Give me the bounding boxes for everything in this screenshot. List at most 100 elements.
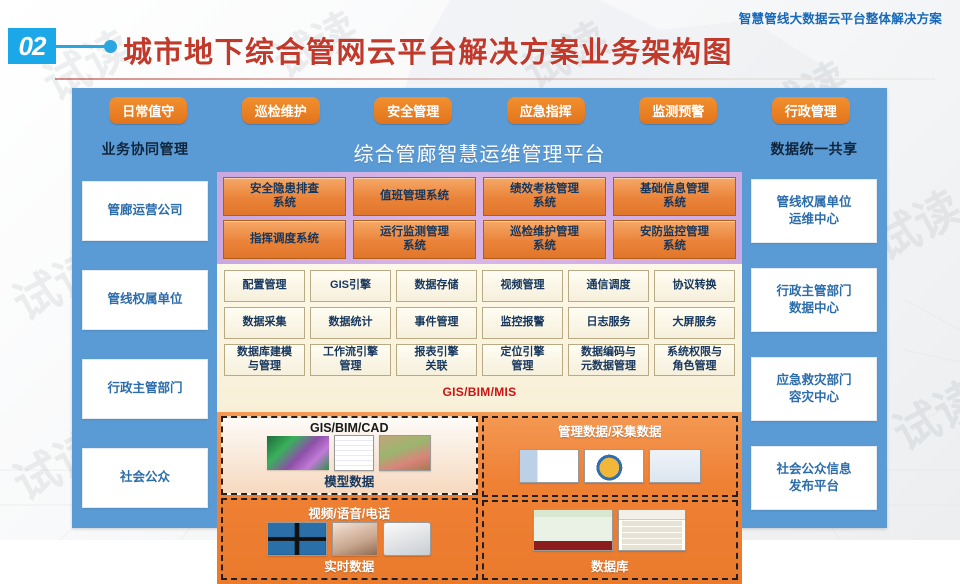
pill-inspection[interactable]: 巡检维护	[241, 96, 320, 124]
system-hazard-inspection[interactable]: 安全隐患排查 系统	[223, 177, 346, 216]
system-command-dispatch[interactable]: 指挥调度系统	[223, 220, 346, 259]
sys-label-line1: 基础信息管理	[640, 182, 709, 195]
table-thumb-row	[622, 533, 683, 539]
data-source-right-column: 管理数据/采集数据 数据库	[481, 416, 738, 580]
corridor-photo-thumbnail	[379, 435, 432, 471]
fn-monitoring-alarm[interactable]: 监控报警	[482, 307, 563, 339]
fn-label-line1: 数据统计	[328, 316, 373, 329]
fn-permission-role-management[interactable]: 系统权限与 角色管理	[654, 344, 735, 376]
fn-event-management[interactable]: 事件管理	[396, 307, 477, 339]
right-item-emergency-disaster-center[interactable]: 应急救灾部门 容灾中心	[751, 356, 877, 421]
function-modules-band: 配置管理 GIS引擎 数据存储 视频管理 通信调度 协议转换 数据采集 数据统计…	[217, 264, 742, 412]
pill-emergency-command[interactable]: 应急指挥	[506, 96, 585, 124]
fn-log-service[interactable]: 日志服务	[568, 307, 649, 339]
platform-title: 综合管廊智慧运维管理平台	[353, 144, 606, 166]
fn-report-engine[interactable]: 报表引擎 关联	[396, 344, 477, 376]
sys-label-line1: 巡检维护管理	[510, 225, 579, 238]
system-operation-monitoring[interactable]: 运行监测管理 系统	[353, 220, 476, 259]
table-thumb-header	[619, 510, 686, 521]
right-item-public-info-platform[interactable]: 社会公众信息 发布平台	[751, 445, 877, 510]
management-data-title: 管理数据/采集数据	[558, 425, 662, 439]
pill-safety-management[interactable]: 安全管理	[374, 96, 453, 124]
data-source-left-column: GIS/BIM/CAD 模型数据 视频/语音/电话 实时数据	[221, 416, 478, 580]
right-column-title: 数据统一共享	[770, 141, 858, 157]
left-item-admin-department[interactable]: 行政主管部门	[82, 358, 208, 419]
data-table-thumbnail	[618, 509, 687, 552]
fn-label-line1: 数据库建模	[237, 346, 292, 359]
pill-daily-duty[interactable]: 日常值守	[109, 96, 188, 124]
system-basic-information[interactable]: 基础信息管理 系统	[613, 177, 736, 216]
fn-label-line1: 通信调度	[586, 279, 631, 292]
fn-video-management[interactable]: 视频管理	[482, 270, 563, 302]
right-item-line2: 发布平台	[788, 478, 839, 493]
pill-monitoring-alert[interactable]: 监测预警	[639, 96, 718, 124]
left-item-corridor-operator[interactable]: 管廊运营公司	[82, 180, 208, 241]
system-modules-band: 安全隐患排查 系统 值班管理系统 绩效考核管理 系统 基础信息管理 系统 指挥调度系统	[217, 172, 742, 264]
fn-label-line2: 与管理	[248, 360, 281, 372]
fn-label-line1: 监控报警	[500, 316, 545, 329]
fn-communication-dispatch[interactable]: 通信调度	[568, 270, 649, 302]
right-item-line1: 行政主管部门	[776, 283, 852, 298]
title-leader-dot	[104, 40, 117, 53]
sys-label-line1: 安全隐患排查	[250, 182, 319, 195]
function-grid: 配置管理 GIS引擎 数据存储 视频管理 通信调度 协议转换 数据采集 数据统计…	[224, 270, 735, 376]
table-thumb-row	[622, 527, 683, 533]
fn-workflow-engine[interactable]: 工作流引擎 管理	[310, 344, 391, 376]
fn-gis-engine[interactable]: GIS引擎	[310, 270, 391, 302]
right-item-line2: 数据中心	[788, 300, 839, 315]
right-item-line1: 社会公众信息	[776, 461, 852, 476]
model-data-title: GIS/BIM/CAD	[310, 421, 389, 435]
fn-data-statistics[interactable]: 数据统计	[310, 307, 391, 339]
fn-positioning-engine[interactable]: 定位引擎 管理	[482, 344, 563, 376]
realtime-data-footer: 实时数据	[324, 560, 375, 574]
fn-data-storage[interactable]: 数据存储	[396, 270, 477, 302]
fn-protocol-conversion[interactable]: 协议转换	[654, 270, 735, 302]
right-column-list: 管线权属单位 运维中心 行政主管部门 数据中心 应急救灾部门 容灾中心 社会公众信息发…	[749, 166, 879, 522]
fn-large-screen-service[interactable]: 大屏服务	[654, 307, 735, 339]
fn-label-line2: 管理	[511, 360, 534, 372]
left-item-public[interactable]: 社会公众	[82, 447, 208, 508]
fn-database-modeling[interactable]: 数据库建模 与管理	[224, 344, 305, 376]
right-item-pipeline-owner-ops-center[interactable]: 管线权属单位 运维中心	[751, 178, 877, 243]
data-box-management-collection[interactable]: 管理数据/采集数据	[481, 416, 738, 497]
sys-label-line1: 安防监控管理	[640, 225, 709, 238]
right-item-admin-data-center[interactable]: 行政主管部门 数据中心	[751, 267, 877, 332]
fn-label-line1: 系统权限与	[667, 346, 722, 359]
realtime-data-title: 视频/语音/电话	[308, 507, 391, 521]
fn-label-line1: 数据存储	[414, 279, 459, 292]
document-subtitle: 智慧管线大数据云平台整体解决方案	[738, 12, 942, 26]
fn-label-line2: 关联	[425, 360, 448, 372]
pie-chart-thumbnail	[583, 448, 644, 483]
fn-data-acquisition[interactable]: 数据采集	[224, 307, 305, 339]
fn-data-encoding-metadata[interactable]: 数据编码与 元数据管理	[568, 344, 649, 376]
right-item-line2: 容灾中心	[788, 389, 839, 404]
left-item-pipeline-owner[interactable]: 管线权属单位	[82, 269, 208, 330]
title-divider	[55, 78, 935, 80]
sys-label-line1: 运行监测管理	[380, 225, 449, 238]
fn-label-line1: 协议转换	[672, 279, 717, 292]
right-item-line1: 应急救灾部门	[776, 372, 852, 387]
pill-administration[interactable]: 行政管理	[771, 96, 850, 124]
application-window-thumbnail	[518, 448, 579, 483]
data-box-model-data[interactable]: GIS/BIM/CAD 模型数据	[221, 416, 478, 495]
system-inspection-maintenance[interactable]: 巡检维护管理 系统	[483, 220, 606, 259]
fn-label-line2: 元数据管理	[581, 360, 636, 372]
system-modules-row-2: 指挥调度系统 运行监测管理 系统 巡检维护管理 系统 安防监控管理 系统	[223, 220, 736, 259]
fn-label-line1: 视频管理	[500, 279, 545, 292]
sys-label-line2: 系统	[533, 239, 556, 252]
fn-label-line1: GIS引擎	[330, 279, 371, 292]
system-duty-management[interactable]: 值班管理系统	[353, 177, 476, 216]
fn-config-management[interactable]: 配置管理	[224, 270, 305, 302]
system-performance-assessment[interactable]: 绩效考核管理 系统	[483, 177, 606, 216]
center-column: 综合管廊智慧运维管理平台 安全隐患排查 系统 值班管理系统 绩效考核管理 系统 基础…	[217, 134, 742, 584]
system-modules-row-1: 安全隐患排查 系统 值班管理系统 绩效考核管理 系统 基础信息管理 系统	[223, 177, 736, 216]
sys-label-line1: 绩效考核管理	[510, 182, 579, 195]
model-data-footer: 模型数据	[324, 475, 375, 489]
system-security-surveillance[interactable]: 安防监控管理 系统	[613, 220, 736, 259]
right-column: 数据统一共享 管线权属单位 运维中心 行政主管部门 数据中心 应急救灾部门 容灾中心 …	[749, 134, 879, 522]
data-box-realtime-data[interactable]: 视频/语音/电话 实时数据	[221, 498, 478, 580]
operator-headset-thumbnail	[332, 522, 379, 556]
management-data-thumbnails	[486, 440, 735, 492]
table-thumb-row	[622, 521, 683, 527]
cctv-wall-thumbnail	[267, 522, 328, 556]
